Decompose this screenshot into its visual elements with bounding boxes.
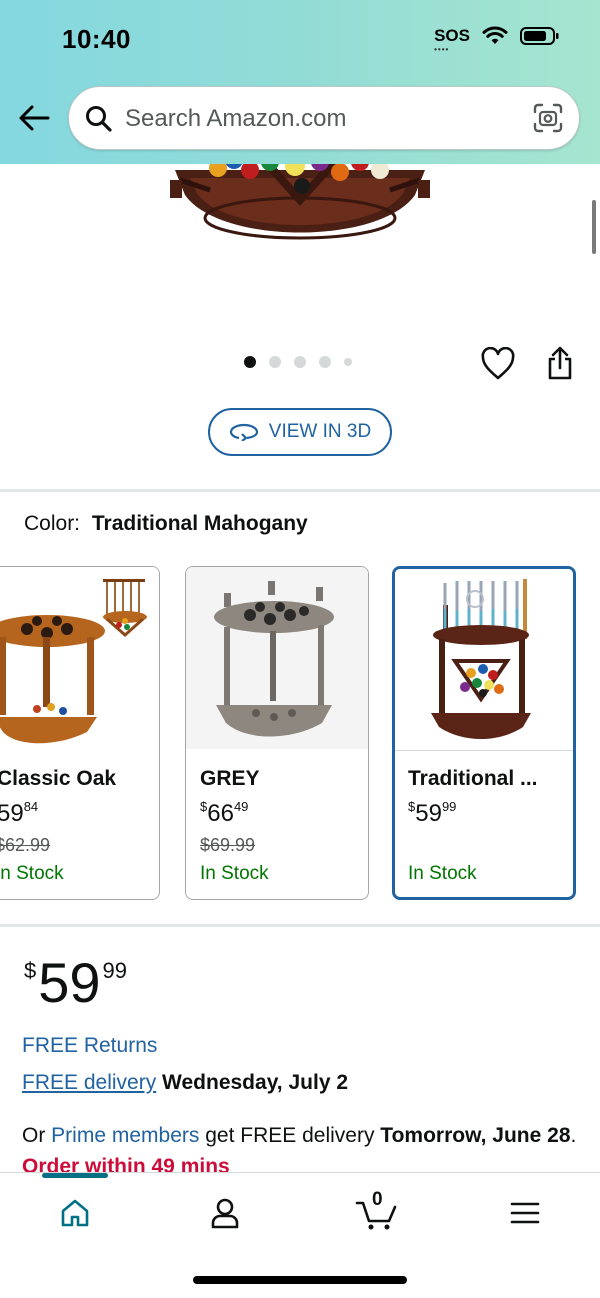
product-image[interactable] xyxy=(170,150,430,270)
nav-active-indicator xyxy=(42,1173,108,1178)
color-option-name: Classic Oak xyxy=(0,767,117,790)
price-cents: 84 xyxy=(23,799,39,814)
color-option-traditional-mahogany[interactable]: Traditional ... $5999 In Stock xyxy=(392,566,576,900)
color-option-image xyxy=(395,569,573,751)
pagination-dot-active[interactable] xyxy=(244,356,256,368)
prime-members-link[interactable]: Prime members xyxy=(51,1124,199,1147)
cart-count: 0 xyxy=(372,1189,383,1210)
section-divider xyxy=(0,924,600,927)
account-icon xyxy=(211,1198,239,1229)
camera-search-icon[interactable] xyxy=(533,103,563,133)
product-price: $5999 xyxy=(24,955,127,1011)
prime-middle-text: get FREE delivery xyxy=(205,1124,375,1147)
home-icon xyxy=(61,1199,89,1227)
price-whole: 59 xyxy=(0,800,24,827)
pagination-dot[interactable] xyxy=(319,356,331,368)
menu-icon xyxy=(510,1202,540,1224)
color-option-list-price: $62.99 xyxy=(0,835,51,855)
price-whole: 59 xyxy=(415,800,442,827)
rotate-3d-icon xyxy=(229,423,258,441)
back-arrow-icon[interactable] xyxy=(18,103,50,133)
delivery-date: Wednesday, July 2 xyxy=(162,1071,349,1094)
home-indicator[interactable] xyxy=(193,1276,407,1284)
price-cents: 99 xyxy=(102,958,128,983)
section-divider xyxy=(0,489,600,492)
nav-cart[interactable]: 0 xyxy=(355,1189,399,1233)
wifi-icon xyxy=(482,26,508,44)
price-cents: 49 xyxy=(233,799,249,814)
pagination-dot[interactable] xyxy=(294,356,306,368)
color-option-price: 5984 xyxy=(0,799,38,828)
color-option-stock: In Stock xyxy=(200,863,269,884)
nav-account[interactable] xyxy=(205,1193,245,1233)
scroll-indicator xyxy=(592,200,596,254)
color-option-price: $6649 xyxy=(200,799,248,828)
sos-indicator: SOS •••• xyxy=(434,26,470,54)
color-option-stock: In Stock xyxy=(0,863,64,884)
color-option-classic-oak[interactable]: Classic Oak 5984 $62.99 In Stock xyxy=(0,566,160,900)
free-returns-link[interactable]: FREE Returns xyxy=(22,1034,157,1058)
share-icon[interactable] xyxy=(544,344,576,382)
nav-home[interactable] xyxy=(55,1193,95,1233)
color-option-name: GREY xyxy=(200,767,260,790)
color-selected-value: Traditional Mahogany xyxy=(91,512,308,535)
color-option-grey[interactable]: GREY $6649 $69.99 In Stock xyxy=(185,566,369,900)
view-in-3d-label: VIEW IN 3D xyxy=(268,421,372,442)
prime-prefix: Or xyxy=(22,1124,46,1147)
image-pagination[interactable] xyxy=(244,356,352,368)
color-option-list-price: $69.99 xyxy=(200,835,256,855)
free-delivery-link[interactable]: FREE delivery xyxy=(22,1071,156,1094)
price-cents: 99 xyxy=(441,799,457,814)
battery-icon xyxy=(520,27,559,45)
price-symbol: $ xyxy=(24,958,37,983)
color-option-price: $5999 xyxy=(408,799,456,828)
sos-label: SOS xyxy=(434,26,470,45)
status-time: 10:40 xyxy=(62,24,131,54)
nav-menu[interactable] xyxy=(505,1193,545,1233)
search-icon xyxy=(86,106,112,132)
pagination-dot[interactable] xyxy=(269,356,281,368)
view-in-3d-button[interactable]: VIEW IN 3D xyxy=(208,408,392,456)
color-label-text: Color: xyxy=(24,512,81,535)
prime-delivery-date: Tomorrow, June 28 xyxy=(380,1124,571,1147)
color-option-image xyxy=(186,567,368,749)
pagination-dot[interactable] xyxy=(344,358,352,366)
status-icons: SOS •••• xyxy=(434,26,560,54)
color-label: Color: Traditional Mahogany xyxy=(24,512,308,536)
price-whole: 66 xyxy=(207,800,234,827)
header: 10:40 SOS •••• xyxy=(0,0,600,164)
free-delivery-line: FREE delivery Wednesday, July 2 xyxy=(22,1071,348,1095)
price-whole: 59 xyxy=(38,951,101,1014)
search-bar[interactable] xyxy=(68,86,580,150)
color-option-image xyxy=(0,567,159,749)
color-option-name: Traditional ... xyxy=(408,767,538,790)
color-option-stock: In Stock xyxy=(408,863,477,884)
search-input[interactable] xyxy=(125,101,525,137)
heart-icon[interactable] xyxy=(480,347,516,381)
